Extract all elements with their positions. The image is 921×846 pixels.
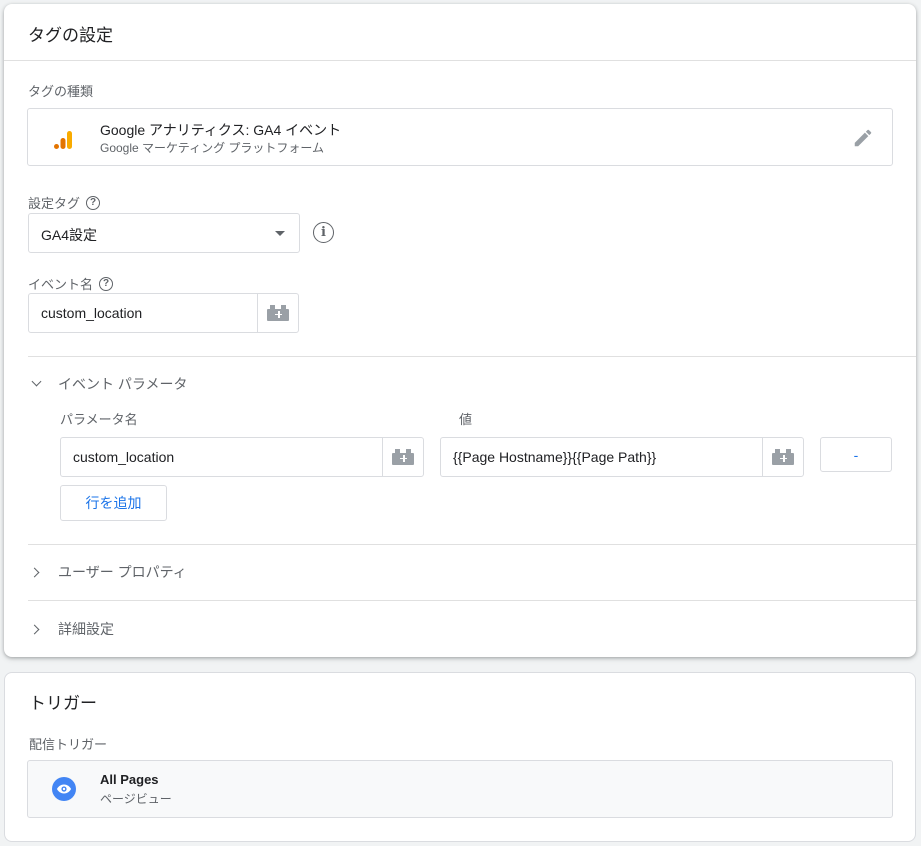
tag-type-label: タグの種類 — [28, 84, 94, 99]
tag-type-tile[interactable]: Google アナリティクス: GA4 イベント Google マーケティング … — [27, 108, 893, 166]
firing-trigger-label: 配信トリガー — [29, 737, 108, 752]
trigger-name: All Pages — [100, 772, 159, 787]
param-value-input[interactable]: {{Page Hostname}}{{Page Path}} — [440, 437, 804, 477]
trigger-subtitle: ページビュー — [100, 792, 172, 806]
variable-brick-icon — [267, 304, 289, 321]
google-analytics-icon — [54, 131, 72, 149]
pencil-icon[interactable] — [852, 127, 874, 149]
section-divider — [28, 600, 916, 601]
chevron-down-icon — [32, 379, 42, 389]
tag-configuration-card: タグの設定 タグの種類 Google アナリティクス: GA4 イベント Goo… — [4, 4, 916, 657]
param-name-input[interactable]: custom_location — [60, 437, 424, 477]
eye-icon — [52, 777, 76, 801]
section-divider — [28, 356, 916, 357]
tag-type-subtitle: Google マーケティング プラットフォーム — [100, 141, 325, 155]
help-icon[interactable]: ? — [86, 195, 101, 210]
help-icon[interactable]: ? — [99, 276, 114, 291]
dropdown-caret-icon — [275, 231, 285, 236]
param-value-header: 値 — [459, 412, 473, 427]
param-name-header: パラメータ名 — [60, 412, 138, 427]
trigger-card: トリガー 配信トリガー All Pages ページビュー — [4, 672, 916, 842]
event-params-toggle[interactable]: イベント パラメータ — [32, 374, 187, 394]
trigger-tile[interactable]: All Pages ページビュー — [27, 760, 893, 818]
variable-picker-button[interactable] — [382, 438, 423, 476]
remove-row-button[interactable]: - — [820, 437, 892, 472]
user-properties-toggle[interactable]: ユーザー プロパティ — [32, 562, 187, 582]
variable-brick-icon — [772, 448, 794, 465]
add-row-button[interactable]: 行を追加 — [60, 485, 167, 521]
tag-config-title: タグの設定 — [28, 26, 113, 45]
advanced-settings-toggle[interactable]: 詳細設定 — [32, 619, 114, 639]
config-tag-label: 設定タグ ? — [28, 193, 101, 212]
event-name-label: イベント名 ? — [28, 274, 114, 293]
title-divider — [4, 60, 916, 61]
chevron-right-icon — [32, 567, 42, 577]
variable-brick-icon — [392, 448, 414, 465]
variable-picker-button[interactable] — [257, 294, 298, 332]
variable-picker-button[interactable] — [762, 438, 803, 476]
event-name-input[interactable]: custom_location — [28, 293, 299, 333]
config-tag-value: GA4設定 — [41, 227, 98, 243]
config-tag-select[interactable]: GA4設定 — [28, 213, 300, 253]
trigger-title: トリガー — [29, 694, 97, 713]
info-icon[interactable]: i — [313, 222, 334, 243]
tag-type-name: Google アナリティクス: GA4 イベント — [100, 122, 342, 138]
section-divider — [28, 544, 916, 545]
chevron-right-icon — [32, 624, 42, 634]
